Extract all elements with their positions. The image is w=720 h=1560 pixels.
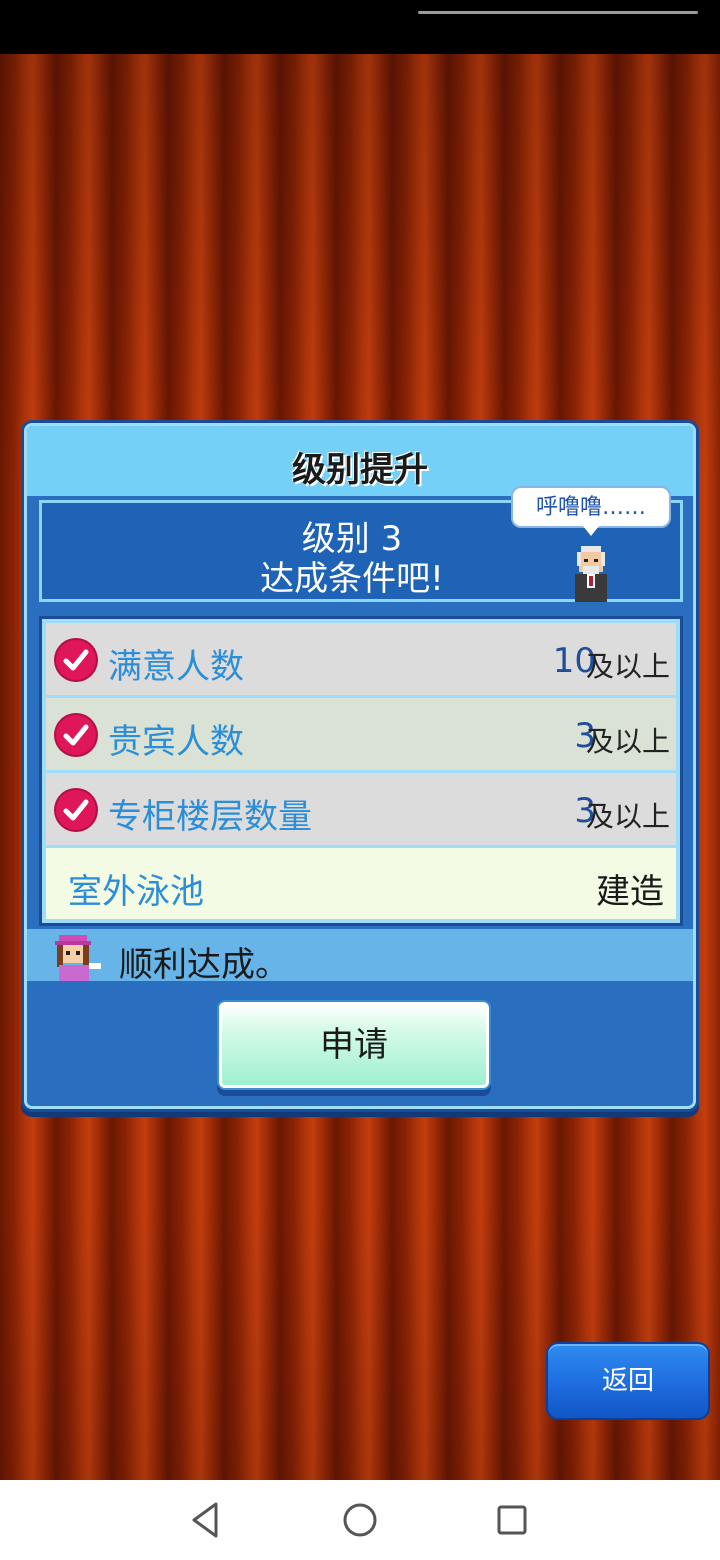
condition-row-vip: 贵宾人数 3 及以上 <box>46 698 676 770</box>
condition-label: 满意人数 <box>108 647 244 687</box>
system-nav-bar <box>0 1480 720 1560</box>
condition-suffix: 及以上 <box>585 725 670 758</box>
message-bar: 顺利达成。 <box>27 929 693 985</box>
checkmark-icon <box>56 715 96 755</box>
checkmark-icon <box>56 640 96 680</box>
circle-home-icon[interactable] <box>338 1498 382 1542</box>
condition-row-satisfaction: 满意人数 10 及以上 <box>46 623 676 695</box>
condition-row-pool: 室外泳池 建造 <box>46 848 676 919</box>
condition-label: 专柜楼层数量 <box>108 797 312 837</box>
condition-status: 建造 <box>596 872 664 912</box>
conditions-list: 满意人数 10 及以上 贵宾人数 3 及以上 专柜楼层数量 3 及以上 室外泳池… <box>39 616 683 926</box>
status-bar <box>0 0 720 54</box>
condition-label: 贵宾人数 <box>108 722 244 762</box>
assistant-avatar-icon <box>55 935 101 981</box>
checkmark-icon <box>56 790 96 830</box>
level-up-dialog: 级别提升 级别 3 达成条件吧! 呼噜噜…… 满意人数 10 及以上 贵宾人数 … <box>24 423 696 1109</box>
old-man-avatar-icon <box>575 546 607 602</box>
back-button[interactable]: 返回 <box>546 1342 710 1420</box>
condition-suffix: 及以上 <box>585 650 670 683</box>
speech-bubble: 呼噜噜…… <box>511 486 671 536</box>
condition-suffix: 及以上 <box>585 800 670 833</box>
message-text: 顺利达成。 <box>119 945 289 985</box>
square-recents-icon[interactable] <box>490 1498 534 1542</box>
triangle-back-icon[interactable] <box>184 1498 228 1542</box>
condition-label: 室外泳池 <box>68 872 204 912</box>
apply-button[interactable]: 申请 <box>219 1002 489 1088</box>
condition-row-floors: 专柜楼层数量 3 及以上 <box>46 773 676 845</box>
status-indicator-line <box>418 11 698 14</box>
dialog-title: 级别提升 <box>292 450 428 490</box>
